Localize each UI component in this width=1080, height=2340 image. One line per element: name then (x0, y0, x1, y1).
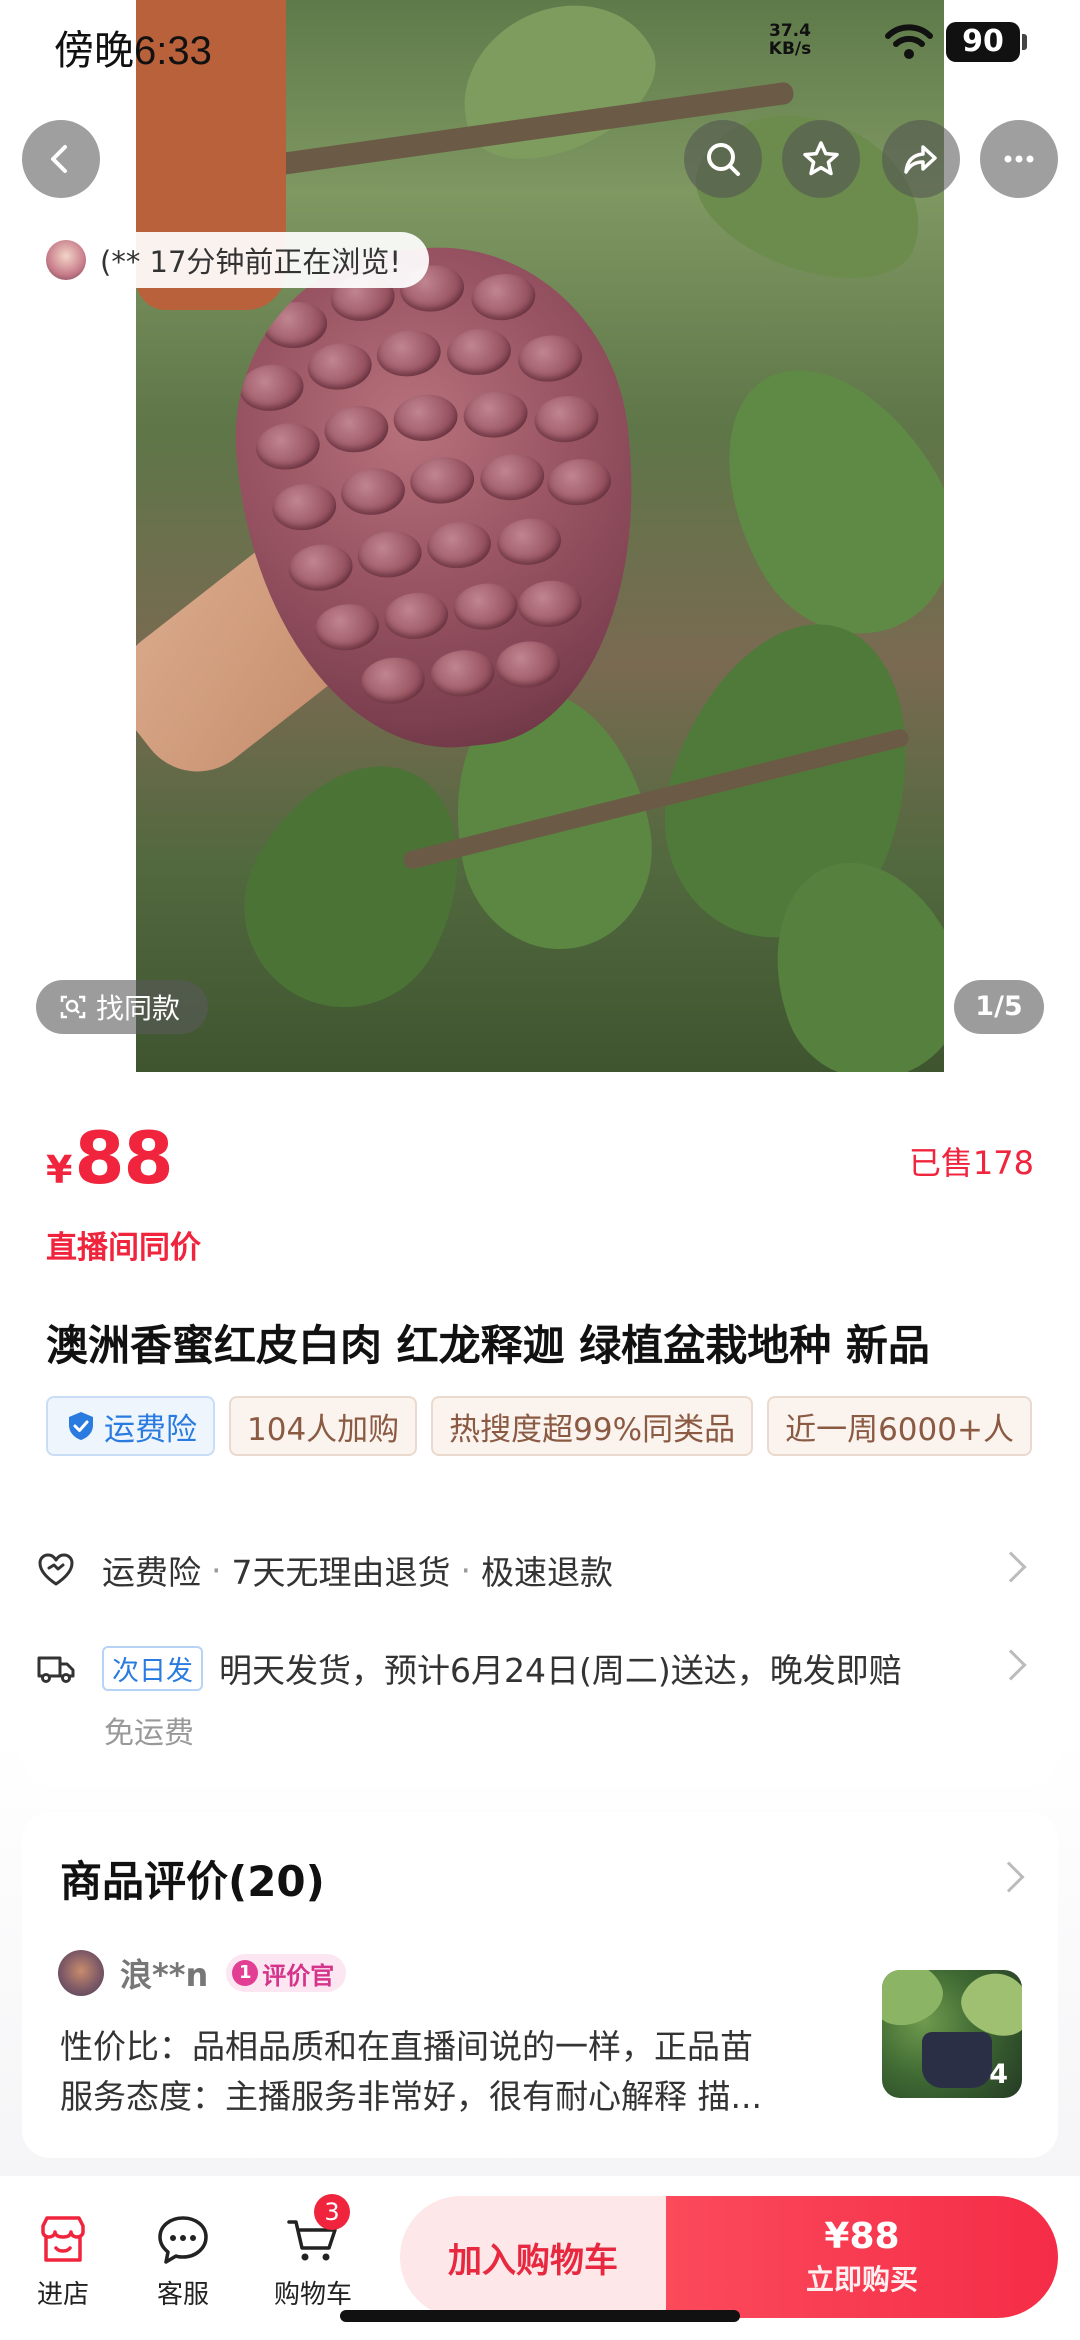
customer-service-label: 客服 (156, 2280, 209, 2310)
tag-label: 运费险 (104, 1411, 197, 1448)
reviewer-avatar (58, 1950, 104, 1996)
battery-tip (1022, 34, 1027, 50)
guarantee-fast-refund: 极速退款 (481, 1553, 613, 1592)
product-detail-page: 傍晚6:33 37.4 KB/s 90 (** 17分钟前正在浏览! 找同款 1… (0, 0, 1080, 2340)
leaf-shape (435, 0, 677, 186)
more-button[interactable] (980, 120, 1058, 198)
chat-icon (158, 2216, 208, 2264)
guarantee-shipping-insurance: 运费险 (102, 1553, 201, 1592)
review-photo-count: 4 (989, 2059, 1008, 2090)
store-label: 进店 (36, 2280, 89, 2310)
cart-button[interactable]: 购物车 (258, 2212, 368, 2311)
leaf-shape (679, 328, 944, 672)
badge-label: 评价官 (262, 1961, 335, 1990)
product-tags: 运费险 104人加购 热搜度超99%同类品 近一周6000+人 (46, 1396, 1080, 1458)
separator-dot: · (211, 1550, 222, 1590)
store-icon (41, 2216, 85, 2262)
share-button[interactable] (882, 120, 960, 198)
share-icon (904, 145, 937, 174)
gallery-page-indicator: 1/5 (954, 980, 1044, 1034)
review-text-line: 性价比：品相品质和在直播间说的一样，正品苗 (60, 2027, 753, 2066)
truck-icon (37, 1656, 75, 1683)
customer-service-button[interactable]: 客服 (128, 2212, 238, 2311)
reviews-title[interactable]: 商品评价(20) (60, 1848, 325, 1909)
tag-add-to-cart-count: 104人加购 (229, 1396, 418, 1456)
plant-pot-shape (922, 2032, 992, 2088)
price-value: 88 (74, 1116, 173, 1200)
cart-label: 购物车 (273, 2280, 352, 2310)
network-speed-value: 37.4 (769, 21, 811, 41)
shield-check-icon (69, 1412, 93, 1440)
reviewer-badge: 1 评价官 (226, 1954, 347, 1992)
review-text-line: 服务态度：主播服务非常好，很有耐心解释 描... (60, 2077, 762, 2116)
back-button[interactable] (22, 120, 100, 198)
add-to-cart-button[interactable]: 加入购物车 (400, 2196, 666, 2318)
favorite-button[interactable] (782, 120, 860, 198)
chevron-left-icon (51, 145, 67, 173)
delivery-row[interactable]: 次日发 明天发货，预计6月24日(周二)送达，晚发即赔 (36, 1644, 902, 1692)
cart-count-badge: 3 (314, 2194, 350, 2230)
tag-shipping-insurance: 运费险 (46, 1396, 215, 1456)
battery-indicator: 90 (946, 22, 1020, 62)
store-button[interactable]: 进店 (8, 2212, 118, 2311)
free-shipping-text: 免运费 (104, 1716, 194, 1751)
browsing-notice: (** 17分钟前正在浏览! (36, 232, 430, 288)
sold-count: 已售178 (908, 1144, 1034, 1182)
delivery-text: 明天发货，预计6月24日(周二)送达，晚发即赔 (219, 1651, 902, 1690)
leaf-shape (209, 727, 503, 1043)
guarantee-7day-return: 7天无理由退货 (231, 1553, 451, 1592)
tag-hot-search: 热搜度超99%同类品 (431, 1396, 754, 1456)
search-icon (707, 143, 740, 176)
browsing-notice-text: (** 17分钟前正在浏览! (100, 245, 402, 279)
buy-now-button[interactable]: ¥88 立即购买 (666, 2196, 1058, 2318)
tag-weekly-buyers: 近一周6000+人 (767, 1396, 1032, 1456)
badge-level: 1 (232, 1960, 259, 1986)
scan-icon (60, 995, 86, 1019)
heart-shield-icon (38, 1553, 74, 1586)
home-indicator[interactable] (340, 2310, 740, 2322)
star-icon (803, 141, 839, 176)
product-title: 澳洲香蜜红皮白肉 红龙释迦 绿植盆栽地种 新品 (46, 1321, 930, 1370)
currency-symbol: ¥ (46, 1148, 73, 1192)
find-similar-button[interactable]: 找同款 (36, 980, 209, 1034)
reviewer: 浪**n 1 评价官 (58, 1950, 347, 1996)
buy-now-label: 立即购买 (805, 2263, 918, 2296)
network-speed-unit: KB/s (768, 39, 812, 59)
reviewer-name: 浪**n (120, 1956, 209, 1994)
live-room-price-label: 直播间同价 (46, 1230, 201, 1266)
product-gallery[interactable]: 傍晚6:33 37.4 KB/s 90 (** 17分钟前正在浏览! 找同款 1… (0, 0, 1080, 1110)
status-time: 傍晚6:33 (54, 29, 212, 73)
next-day-tag: 次日发 (102, 1645, 203, 1691)
wifi-icon (885, 24, 933, 59)
viewer-avatar (46, 240, 86, 280)
search-button[interactable] (684, 120, 762, 198)
separator-dot: · (460, 1550, 472, 1590)
network-speed: 37.4 KB/s (760, 22, 820, 58)
find-similar-label: 找同款 (96, 992, 181, 1025)
more-icon (1004, 155, 1034, 163)
guarantee-row[interactable]: 运费险 · 7天无理由退货 · 极速退款 (36, 1546, 613, 1594)
buy-now-price: ¥88 (824, 2216, 900, 2257)
price: ¥ 88 (46, 1116, 174, 1200)
review-photo-thumbnail[interactable]: 4 (882, 1970, 1022, 2098)
